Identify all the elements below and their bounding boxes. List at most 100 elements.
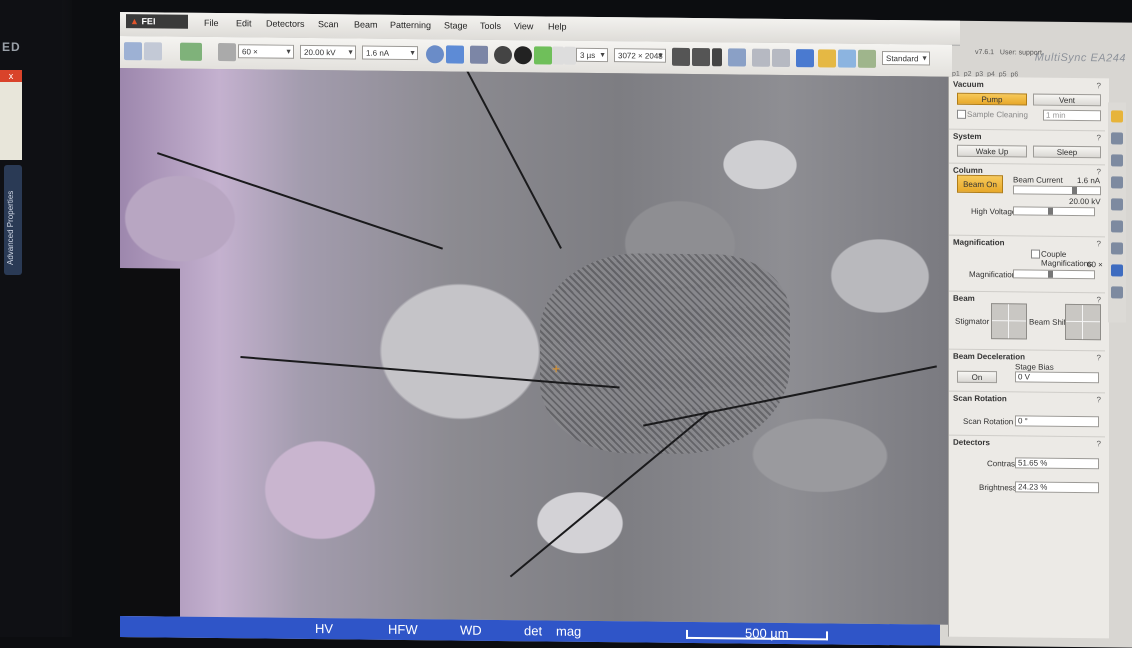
magnification-select[interactable]: 60 × ▼ [238,44,294,59]
scan-rotation-label: Scan Rotation [963,416,1014,427]
resolution-value: 3072 × 2048 [618,51,663,61]
stage-bias-input[interactable]: 0 V [1015,371,1099,384]
help-icon[interactable]: ? [1097,167,1101,176]
crosshair-marker: + [552,360,561,377]
layers-icon[interactable] [1111,242,1123,255]
measure-icon[interactable] [838,49,856,68]
beam-shift-label: Beam Shift [1029,317,1069,327]
adjacent-monitor-brand: ED [2,40,21,54]
grid-icon[interactable] [1111,220,1123,233]
preset-select[interactable]: Standard ▼ [882,50,930,66]
sleep-button[interactable]: Sleep [1033,145,1101,159]
annotate-icon[interactable] [858,49,876,68]
system-title: System [953,131,982,142]
help-icon[interactable]: ? [1097,439,1101,448]
beam-current-slider[interactable] [1013,185,1101,196]
deceleration-on-button[interactable]: On [957,370,997,384]
advanced-properties-label: Advanced Properties [6,190,15,265]
slider-knob[interactable] [1048,207,1053,215]
menu-stage[interactable]: Stage [444,20,468,30]
resolution-select[interactable]: 3072 × 2048 ▼ [614,48,666,63]
help-icon[interactable]: ? [1097,395,1101,404]
dwell-increase-button[interactable] [564,46,576,65]
couple-magnifications-checkbox[interactable] [1031,249,1040,259]
scan-rotation-input[interactable]: 0 ° [1015,415,1099,428]
user-text: User: support [999,49,1042,57]
menu-edit[interactable]: Edit [236,18,252,28]
wake-up-button[interactable]: Wake Up [957,144,1027,158]
sem-image-view[interactable]: + [120,68,950,625]
settings-icon[interactable] [1111,176,1123,189]
adjacent-window: x [0,70,22,160]
high-voltage-select[interactable]: 20.00 kV ▼ [300,44,356,60]
menu-file[interactable]: File [204,18,219,28]
eye-icon[interactable] [1111,154,1123,167]
crosshair-icon[interactable] [426,45,444,64]
help-icon[interactable]: ? [1097,81,1101,90]
high-voltage-value: 20.00 kV [1069,196,1101,207]
camera-icon[interactable] [672,47,690,66]
brightness-input[interactable]: 24.23 % [1015,481,1099,494]
advanced-properties-tab[interactable]: Advanced Properties [4,165,22,275]
navigation-icon[interactable] [1111,132,1123,145]
snapshot-icon[interactable] [692,47,710,67]
dwell-time-select[interactable]: 3 µs ▼ [576,47,608,63]
menu-tools[interactable]: Tools [480,21,501,31]
high-voltage-slider[interactable] [1013,206,1095,217]
video-scope-icon[interactable] [534,46,552,65]
sem-screen: MultiSync EA244 ▲ FEI File Edit Detector… [120,12,1132,648]
dwell-decrease-button[interactable] [552,46,564,65]
pause-icon[interactable] [712,48,722,67]
cleaning-time-input[interactable]: 1 min [1043,109,1101,122]
detector-icon[interactable] [1111,264,1123,277]
slider-knob[interactable] [1048,270,1053,278]
contrast-icon[interactable] [494,45,512,65]
beam-current-value: 1.6 nA [1077,176,1101,186]
menu-help[interactable]: Help [548,21,567,31]
filter-icon[interactable] [728,48,746,67]
magnification-slider[interactable] [1013,269,1095,280]
beam-current-select[interactable]: 1.6 nA ▼ [362,45,418,61]
stage-navigate-icon[interactable] [180,42,202,61]
menu-beam[interactable]: Beam [354,19,378,29]
menu-scan[interactable]: Scan [318,19,339,29]
close-icon[interactable]: x [0,70,22,82]
menu-detectors[interactable]: Detectors [266,19,305,29]
scale-bar-label: 500 µm [745,625,789,642]
download-icon[interactable] [796,49,814,68]
help-icon[interactable]: ? [1097,353,1101,362]
stigmator-pad[interactable] [991,303,1027,340]
line-scan-icon[interactable] [772,48,790,68]
reduced-area-icon[interactable] [446,45,464,64]
magnification-icon[interactable] [218,43,236,62]
grain-boundary [157,152,443,250]
brightness-icon[interactable] [514,46,532,65]
help-icon[interactable]: ? [1097,133,1101,142]
redo-icon[interactable] [144,42,162,61]
status-hv: HV [315,621,334,637]
scan-rotation-section: Scan Rotation ? Scan Rotation 0 ° [949,390,1105,438]
help-icon[interactable]: ? [1097,295,1101,304]
dwell-time-value: 3 µs [580,50,596,60]
vent-button[interactable]: Vent [1033,93,1101,107]
pump-button[interactable]: Pump [957,92,1027,106]
menu-patterning[interactable]: Patterning [390,20,431,30]
help-icon[interactable]: ? [1097,239,1101,248]
fractured-region [540,252,790,456]
scan-mode-icon[interactable] [752,48,770,67]
beam-shift-pad[interactable] [1065,303,1101,341]
beam-icon[interactable] [1111,110,1123,123]
contrast-input[interactable]: 51.65 % [1015,457,1099,470]
status-det: det [524,623,543,639]
beam-blank-icon[interactable] [818,49,836,68]
tools-icon[interactable] [1111,286,1123,299]
undo-icon[interactable] [124,42,142,61]
slider-knob[interactable] [1072,186,1077,195]
auto-focus-icon[interactable] [470,45,488,64]
pen-icon[interactable] [1111,198,1123,211]
magnification-select-value: 60 × [242,47,258,57]
sample-edge-region [120,268,180,617]
sample-cleaning-checkbox[interactable] [957,109,966,119]
beam-on-button[interactable]: Beam On [957,174,1003,194]
menu-view[interactable]: View [514,21,533,31]
